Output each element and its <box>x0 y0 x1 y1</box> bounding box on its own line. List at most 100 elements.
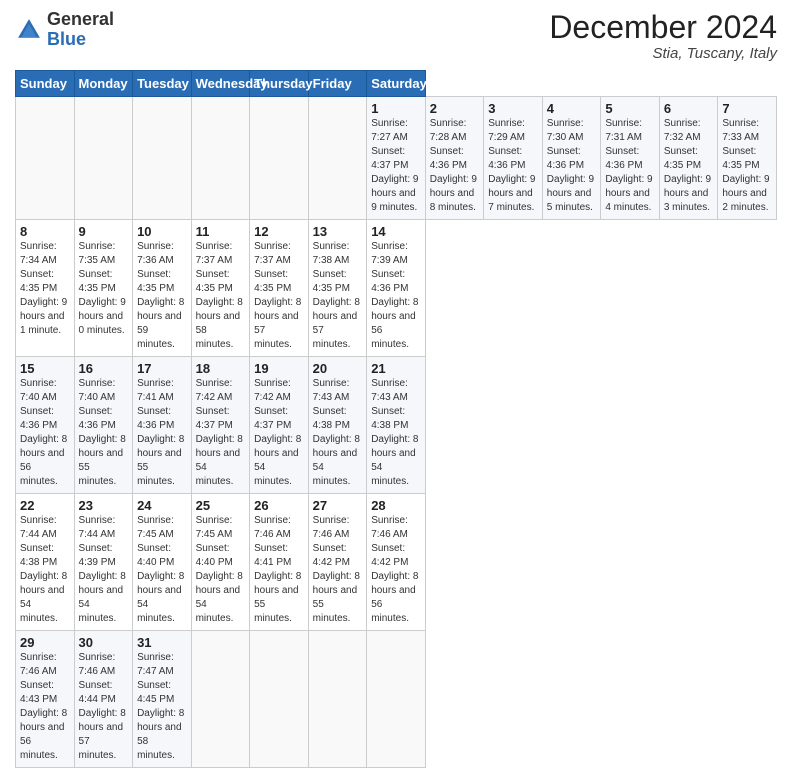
day-info: Sunrise: 7:47 AMSunset: 4:45 PMDaylight:… <box>137 651 187 763</box>
day-number: 1 <box>371 101 421 116</box>
sunset-text: Sunset: 4:35 PM <box>137 269 174 294</box>
sunset-text: Sunset: 4:37 PM <box>254 406 291 431</box>
daylight-text: Daylight: 9 hours and 9 minutes. <box>371 174 418 213</box>
day-number: 13 <box>313 224 363 239</box>
sunrise-text: Sunrise: 7:44 AM <box>20 515 57 540</box>
daylight-text: Daylight: 8 hours and 57 minutes. <box>313 297 360 350</box>
title-month: December 2024 <box>549 10 777 45</box>
sunrise-text: Sunrise: 7:40 AM <box>20 378 57 403</box>
daylight-text: Daylight: 9 hours and 3 minutes. <box>664 174 711 213</box>
calendar-cell: 14Sunrise: 7:39 AMSunset: 4:36 PMDayligh… <box>367 220 426 357</box>
day-info: Sunrise: 7:34 AMSunset: 4:35 PMDaylight:… <box>20 240 70 338</box>
daylight-text: Daylight: 8 hours and 57 minutes. <box>79 708 126 761</box>
day-number: 8 <box>20 224 70 239</box>
calendar-week-row: 15Sunrise: 7:40 AMSunset: 4:36 PMDayligh… <box>16 357 777 494</box>
daylight-text: Daylight: 8 hours and 54 minutes. <box>196 434 243 487</box>
calendar-cell: 6Sunrise: 7:32 AMSunset: 4:35 PMDaylight… <box>659 97 718 220</box>
page: General Blue December 2024 Stia, Tuscany… <box>0 0 792 778</box>
sunset-text: Sunset: 4:41 PM <box>254 543 291 568</box>
day-info: Sunrise: 7:43 AMSunset: 4:38 PMDaylight:… <box>313 377 363 489</box>
daylight-text: Daylight: 9 hours and 1 minute. <box>20 297 67 336</box>
sunset-text: Sunset: 4:35 PM <box>254 269 291 294</box>
sunset-text: Sunset: 4:42 PM <box>313 543 350 568</box>
calendar-cell <box>367 631 426 768</box>
sunset-text: Sunset: 4:37 PM <box>196 406 233 431</box>
sunset-text: Sunset: 4:36 PM <box>488 146 525 171</box>
daylight-text: Daylight: 9 hours and 5 minutes. <box>547 174 594 213</box>
header: General Blue December 2024 Stia, Tuscany… <box>15 10 777 62</box>
calendar-cell: 30Sunrise: 7:46 AMSunset: 4:44 PMDayligh… <box>74 631 133 768</box>
day-info: Sunrise: 7:40 AMSunset: 4:36 PMDaylight:… <box>79 377 129 489</box>
daylight-text: Daylight: 9 hours and 0 minutes. <box>79 297 126 336</box>
sunrise-text: Sunrise: 7:39 AM <box>371 241 408 266</box>
day-number: 6 <box>664 101 714 116</box>
day-number: 24 <box>137 498 187 513</box>
day-info: Sunrise: 7:44 AMSunset: 4:38 PMDaylight:… <box>20 514 70 626</box>
daylight-text: Daylight: 8 hours and 54 minutes. <box>313 434 360 487</box>
sunrise-text: Sunrise: 7:46 AM <box>79 652 116 677</box>
day-info: Sunrise: 7:29 AMSunset: 4:36 PMDaylight:… <box>488 117 538 215</box>
sunrise-text: Sunrise: 7:37 AM <box>254 241 291 266</box>
day-number: 14 <box>371 224 421 239</box>
daylight-text: Daylight: 8 hours and 54 minutes. <box>79 571 126 624</box>
logo: General Blue <box>15 10 114 50</box>
calendar-cell: 15Sunrise: 7:40 AMSunset: 4:36 PMDayligh… <box>16 357 75 494</box>
daylight-text: Daylight: 9 hours and 7 minutes. <box>488 174 535 213</box>
day-number: 23 <box>79 498 129 513</box>
day-number: 15 <box>20 361 70 376</box>
logo-general: General <box>47 10 114 30</box>
calendar-week-row: 1Sunrise: 7:27 AMSunset: 4:37 PMDaylight… <box>16 97 777 220</box>
sunrise-text: Sunrise: 7:44 AM <box>79 515 116 540</box>
calendar-cell: 8Sunrise: 7:34 AMSunset: 4:35 PMDaylight… <box>16 220 75 357</box>
day-number: 20 <box>313 361 363 376</box>
sunrise-text: Sunrise: 7:43 AM <box>371 378 408 403</box>
calendar-cell: 11Sunrise: 7:37 AMSunset: 4:35 PMDayligh… <box>191 220 250 357</box>
day-info: Sunrise: 7:36 AMSunset: 4:35 PMDaylight:… <box>137 240 187 352</box>
calendar-cell: 29Sunrise: 7:46 AMSunset: 4:43 PMDayligh… <box>16 631 75 768</box>
calendar-day-header: Sunday <box>16 71 75 97</box>
day-info: Sunrise: 7:37 AMSunset: 4:35 PMDaylight:… <box>196 240 246 352</box>
calendar-cell <box>250 97 309 220</box>
sunset-text: Sunset: 4:36 PM <box>79 406 116 431</box>
title-location: Stia, Tuscany, Italy <box>549 45 777 62</box>
day-number: 5 <box>605 101 655 116</box>
sunset-text: Sunset: 4:38 PM <box>313 406 350 431</box>
day-info: Sunrise: 7:46 AMSunset: 4:41 PMDaylight:… <box>254 514 304 626</box>
day-info: Sunrise: 7:42 AM Sunset: 4:37 PM Daylight:… <box>196 377 246 489</box>
calendar-header-row: SundayMondayTuesdayWednesdayThursdayFrid… <box>16 71 777 97</box>
sunrise-text: Sunrise: 7:45 AM <box>196 515 233 540</box>
sunset-text: Sunset: 4:35 PM <box>313 269 350 294</box>
calendar-week-row: 22Sunrise: 7:44 AMSunset: 4:38 PMDayligh… <box>16 494 777 631</box>
day-info: Sunrise: 7:46 AMSunset: 4:42 PMDaylight:… <box>313 514 363 626</box>
day-info: Sunrise: 7:32 AMSunset: 4:35 PMDaylight:… <box>664 117 714 215</box>
sunrise-text: Sunrise: 7:42 AM <box>196 378 233 403</box>
sunset-text: Sunset: 4:38 PM <box>371 406 408 431</box>
calendar-cell: 1Sunrise: 7:27 AMSunset: 4:37 PMDaylight… <box>367 97 426 220</box>
calendar-cell: 27Sunrise: 7:46 AMSunset: 4:42 PMDayligh… <box>308 494 367 631</box>
day-number: 29 <box>20 635 70 650</box>
sunset-text: Sunset: 4:36 PM <box>547 146 584 171</box>
daylight-text: Daylight: 8 hours and 57 minutes. <box>254 297 301 350</box>
daylight-text: Daylight: 8 hours and 54 minutes. <box>137 571 184 624</box>
daylight-text: Daylight: 8 hours and 59 minutes. <box>137 297 184 350</box>
day-info: Sunrise: 7:28 AMSunset: 4:36 PMDaylight:… <box>430 117 480 215</box>
day-info: Sunrise: 7:38 AMSunset: 4:35 PMDaylight:… <box>313 240 363 352</box>
sunrise-text: Sunrise: 7:41 AM <box>137 378 174 403</box>
calendar-cell <box>308 97 367 220</box>
calendar-cell <box>191 97 250 220</box>
day-info: Sunrise: 7:30 AM Sunset: 4:36 PM Daylight:… <box>547 117 597 215</box>
calendar-cell: 19Sunrise: 7:42 AMSunset: 4:37 PMDayligh… <box>250 357 309 494</box>
day-number: 2 <box>430 101 480 116</box>
day-info: Sunrise: 7:27 AMSunset: 4:37 PMDaylight:… <box>371 117 421 215</box>
sunrise-text: Sunrise: 7:37 AM <box>196 241 233 266</box>
sunrise-text: Sunrise: 7:30 AM <box>547 118 584 143</box>
day-info: Sunrise: 7:43 AMSunset: 4:38 PMDaylight:… <box>371 377 421 489</box>
calendar-week-row: 29Sunrise: 7:46 AMSunset: 4:43 PMDayligh… <box>16 631 777 768</box>
sunrise-text: Sunrise: 7:33 AM <box>722 118 759 143</box>
day-number: 17 <box>137 361 187 376</box>
daylight-text: Daylight: 8 hours and 55 minutes. <box>137 434 184 487</box>
calendar-cell: 21Sunrise: 7:43 AMSunset: 4:38 PMDayligh… <box>367 357 426 494</box>
calendar-week-row: 8Sunrise: 7:34 AMSunset: 4:35 PMDaylight… <box>16 220 777 357</box>
logo-icon <box>15 16 43 44</box>
day-info: Sunrise: 7:46 AMSunset: 4:42 PMDaylight:… <box>371 514 421 626</box>
